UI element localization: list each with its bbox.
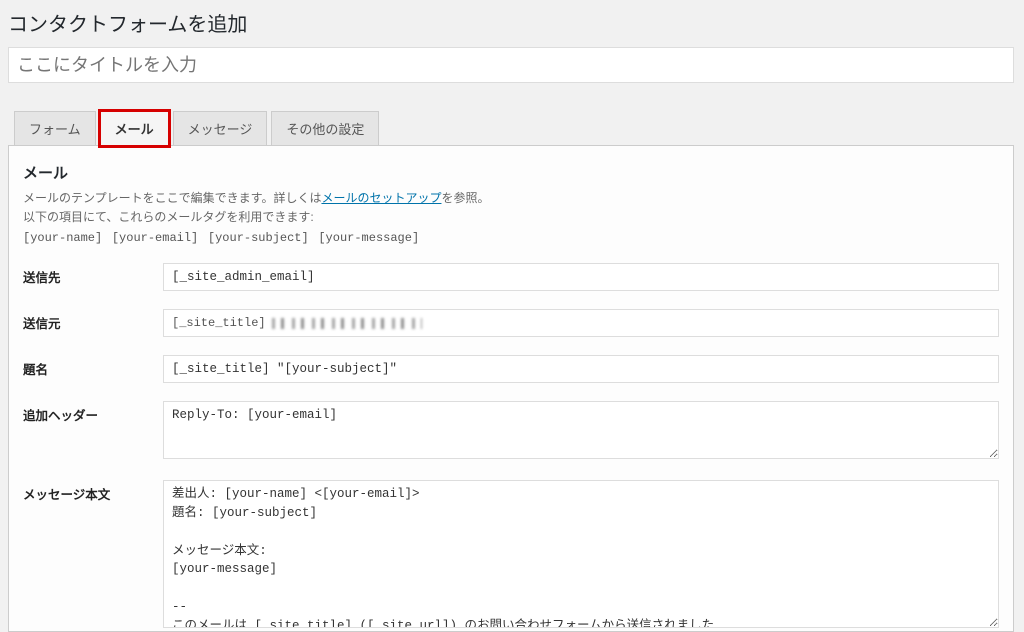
mail-tag: [your-email]: [112, 231, 198, 245]
from-value-redacted: [272, 318, 422, 329]
label-body: メッセージ本文: [23, 480, 163, 503]
from-input[interactable]: [_site_title]: [163, 309, 999, 337]
mail-panel: メール メールのテンプレートをここで編集できます。詳しくはメールのセットアップを…: [8, 145, 1014, 632]
message-body-textarea[interactable]: [163, 480, 999, 628]
label-from: 送信元: [23, 309, 163, 332]
mail-setup-link[interactable]: メールのセットアップ: [321, 191, 441, 205]
label-headers: 追加ヘッダー: [23, 401, 163, 424]
label-subject: 題名: [23, 355, 163, 378]
tab-other-settings[interactable]: その他の設定: [271, 111, 379, 146]
panel-description: メールのテンプレートをここで編集できます。詳しくはメールのセットアップを参照。 …: [23, 189, 999, 227]
tab-bar: フォーム メール メッセージ その他の設定: [8, 111, 1014, 146]
panel-heading: メール: [23, 162, 999, 183]
page-title: コンタクトフォームを追加: [8, 8, 1014, 37]
additional-headers-textarea[interactable]: [163, 401, 999, 459]
mail-tag: [your-subject]: [208, 231, 309, 245]
tab-messages[interactable]: メッセージ: [173, 111, 268, 146]
mail-tag: [your-message]: [318, 231, 419, 245]
from-value-prefix: [_site_title]: [172, 314, 266, 332]
tab-mail[interactable]: メール: [100, 111, 169, 146]
tab-form[interactable]: フォーム: [14, 111, 96, 146]
panel-desc-prefix: メールのテンプレートをここで編集できます。詳しくは: [23, 191, 321, 205]
to-input[interactable]: [163, 263, 999, 291]
panel-desc-suffix: を参照。: [441, 191, 489, 205]
subject-input[interactable]: [163, 355, 999, 383]
form-title-input[interactable]: [8, 47, 1014, 83]
mail-tag: [your-name]: [23, 231, 102, 245]
mail-tags-list: [your-name] [your-email] [your-subject] …: [23, 229, 999, 245]
panel-desc-line2: 以下の項目にて、これらのメールタグを利用できます:: [23, 210, 314, 224]
label-to: 送信先: [23, 263, 163, 286]
